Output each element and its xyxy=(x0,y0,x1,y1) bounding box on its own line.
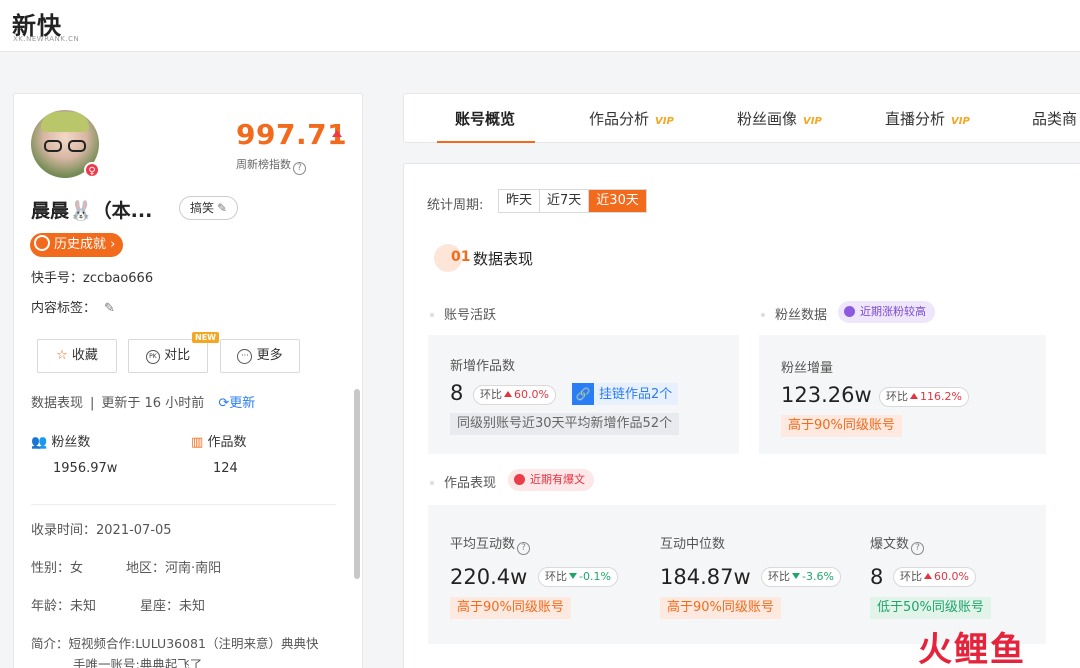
profile-card: ♀ 997.71 周新榜指数? 晨晨🐰（本... 搞笑 ✎ 历史成就 › 快手号：… xyxy=(13,93,363,668)
tab-category[interactable]: 品类商 xyxy=(1032,108,1077,129)
up-arrow-icon xyxy=(504,391,512,397)
female-icon: ♀ xyxy=(84,162,100,178)
active-tab-indicator xyxy=(437,141,535,143)
weekly-index-score: 997.71 xyxy=(236,118,348,151)
avg-interaction-label: 平均互动数? xyxy=(450,533,531,555)
category-tag[interactable]: 搞笑 ✎ xyxy=(179,196,239,220)
fans-growth-pill: 近期涨粉较高 xyxy=(838,301,935,323)
score-up-icon xyxy=(332,130,342,137)
works-perf-title: 作品表现 xyxy=(430,472,496,491)
kuaishou-id: 快手号：zccbao666 xyxy=(31,271,154,286)
intro-line-2: 手唯一账号:典典起飞了 xyxy=(73,657,203,668)
fans-increment-note: 高于90%同级账号 xyxy=(781,415,902,437)
viral-works-note: 低于50%同级账号 xyxy=(870,597,991,619)
new-works-ratio: 环比 60.0% xyxy=(473,385,556,405)
refresh-icon: ⟳ xyxy=(218,396,230,411)
pk-icon: PK xyxy=(145,350,160,364)
medal-icon xyxy=(34,235,50,251)
hot-works-pill: 近期有爆文 xyxy=(508,469,594,491)
divider xyxy=(31,504,336,505)
fans-increment-ratio: 环比 116.2% xyxy=(879,387,969,407)
new-works-label: 新增作品数 xyxy=(450,359,516,374)
fans-trend-icon xyxy=(844,306,855,317)
avg-interaction-value: 220.4w xyxy=(450,565,528,589)
period-30-days[interactable]: 近30天 xyxy=(589,190,646,212)
linked-works-chip[interactable]: 🔗 挂链作品2个 xyxy=(572,383,679,405)
works-stat-label: ▥ 作品数 xyxy=(191,435,247,450)
vip-icon: VIP xyxy=(803,116,822,127)
region-info: 地区：河南·南阳 xyxy=(126,561,222,576)
new-works-value: 8 xyxy=(450,381,464,405)
new-badge: NEW xyxy=(192,332,219,343)
account-activity-box: 新增作品数 8 环比 60.0% 🔗 挂链作品2个 同级别账号近30天平均新增作品5… xyxy=(428,335,739,454)
viral-works-value: 8 xyxy=(870,565,884,589)
indexed-time: 收录时间：2021-07-05 xyxy=(31,523,172,538)
period-7-days[interactable]: 近7天 xyxy=(540,190,590,212)
down-arrow-icon xyxy=(569,573,577,579)
collect-button[interactable]: ☆ 收藏 xyxy=(37,339,117,373)
account-name: 晨晨🐰（本... xyxy=(31,200,153,222)
up-arrow-icon xyxy=(924,573,932,579)
star-icon: ☆ xyxy=(56,348,68,363)
down-arrow-icon xyxy=(792,573,800,579)
median-interaction-label: 互动中位数 xyxy=(660,537,726,552)
fans-increment-label: 粉丝增量 xyxy=(781,361,834,376)
fans-data-title: 粉丝数据 xyxy=(761,304,827,323)
more-icon: ··· xyxy=(237,349,253,364)
link-icon: 🔗 xyxy=(572,383,594,405)
tabs-bar: 账号概览 作品分析 VIP 粉丝画像 VIP 直播分析 VIP 品类商 xyxy=(403,93,1080,143)
section-title: 数据表现 xyxy=(473,250,534,268)
gender-info: 性别：女 xyxy=(31,561,84,576)
overview-panel: 统计周期: 昨天 近7天 近30天 01 数据表现 账号活跃 新增作品数 8 环… xyxy=(403,163,1080,668)
help-icon[interactable]: ? xyxy=(911,542,925,555)
period-selector: 昨天 近7天 近30天 xyxy=(498,189,647,213)
history-achievement-button[interactable]: 历史成就 › xyxy=(30,233,124,257)
compare-button[interactable]: PK 对比 xyxy=(128,339,208,373)
fans-stat-value: 1956.97w xyxy=(53,461,118,476)
tab-fans-portrait[interactable]: 粉丝画像 VIP xyxy=(737,108,822,129)
median-interaction-ratio: 环比 -3.6% xyxy=(761,567,841,587)
fans-increment-value: 123.26w xyxy=(781,383,872,407)
viral-works-label: 爆文数? xyxy=(870,533,925,555)
fans-icon: 👥 xyxy=(31,435,48,450)
new-works-note: 同级别账号近30天平均新增作品52个 xyxy=(450,413,680,435)
viral-works-ratio: 环比 60.0% xyxy=(893,567,976,587)
top-bar: 新快 XK.NEWRANK.CN xyxy=(0,0,1080,52)
account-activity-title: 账号活跃 xyxy=(430,304,496,323)
avg-interaction-note: 高于90%同级账号 xyxy=(450,597,571,619)
watermark-logo: 火鲤鱼 xyxy=(918,630,1026,668)
tab-works-analysis[interactable]: 作品分析 VIP xyxy=(589,108,674,129)
data-update-line: 数据表现 | 更新于 16 小时前 ⟳更新 xyxy=(31,396,256,411)
period-label: 统计周期: xyxy=(427,198,484,213)
works-stat-value: 124 xyxy=(213,461,238,476)
avg-interaction-ratio: 环比 -0.1% xyxy=(538,567,618,587)
fire-icon xyxy=(514,474,525,485)
edit-icon: ✎ xyxy=(217,201,228,215)
content-tags: 内容标签： ✎ xyxy=(31,301,115,316)
weekly-index-label: 周新榜指数? xyxy=(236,156,306,175)
section-number: 01 xyxy=(451,249,471,265)
refresh-link[interactable]: ⟳更新 xyxy=(218,396,255,411)
vip-icon: VIP xyxy=(655,116,674,127)
age-info: 年龄：未知 xyxy=(31,599,97,614)
tab-account-overview[interactable]: 账号概览 xyxy=(455,108,515,129)
logo-subtitle: XK.NEWRANK.CN xyxy=(13,35,80,43)
more-button[interactable]: ··· 更多 xyxy=(220,339,300,373)
constellation-info: 星座：未知 xyxy=(140,599,206,614)
up-arrow-icon xyxy=(910,393,918,399)
help-icon[interactable]: ? xyxy=(293,162,306,175)
tab-live-analysis[interactable]: 直播分析 VIP xyxy=(885,108,970,129)
help-icon[interactable]: ? xyxy=(517,542,531,555)
edit-tags-icon[interactable]: ✎ xyxy=(104,301,115,316)
median-interaction-note: 高于90%同级账号 xyxy=(660,597,781,619)
fans-stat-label: 👥 粉丝数 xyxy=(31,435,91,450)
median-interaction-value: 184.87w xyxy=(660,565,751,589)
period-yesterday[interactable]: 昨天 xyxy=(499,190,541,212)
vip-icon: VIP xyxy=(951,116,970,127)
scrollbar[interactable] xyxy=(354,389,360,579)
works-icon: ▥ xyxy=(191,435,204,450)
intro-line-1: 简介：短视频合作:LULU36081（注明来意）典典快 xyxy=(31,636,319,651)
fans-data-box: 粉丝增量 123.26w 环比 116.2% 高于90%同级账号 xyxy=(759,335,1046,454)
